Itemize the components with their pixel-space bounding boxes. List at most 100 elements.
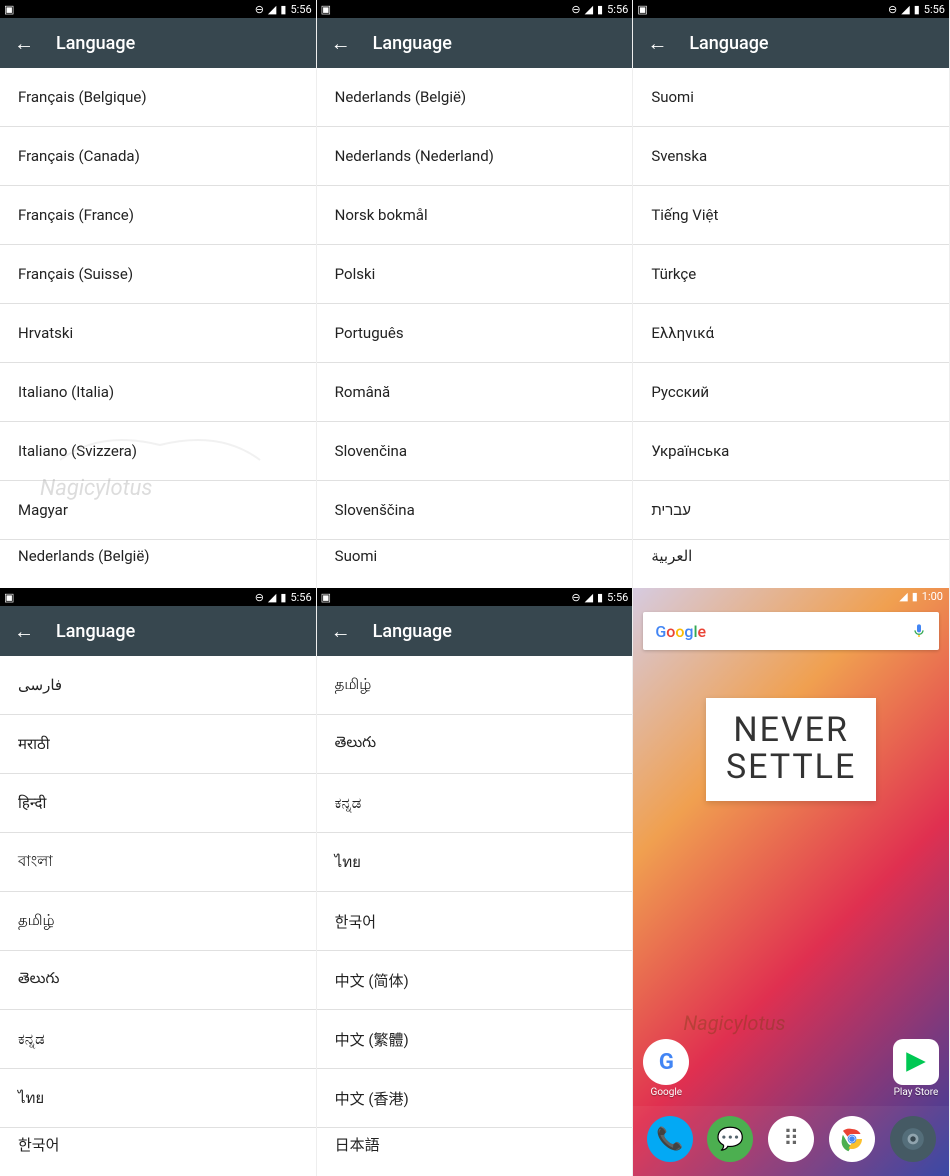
list-item[interactable]: ไทย xyxy=(317,833,633,892)
camera-icon[interactable] xyxy=(890,1116,936,1162)
statusbar: ▣ ⊖◢▮5:56 xyxy=(633,0,949,18)
list-item[interactable]: العربية xyxy=(633,540,949,572)
list-item[interactable]: Français (Belgique) xyxy=(0,68,316,127)
statusbar: ▣ ⊖ ◢ ▮ 5:56 xyxy=(0,0,316,18)
list-item[interactable]: Українська xyxy=(633,422,949,481)
clock: 5:56 xyxy=(607,3,628,16)
list-item[interactable]: فارسی xyxy=(0,656,316,715)
list-item[interactable]: বাংলা xyxy=(0,833,316,892)
list-item[interactable]: ಕನ್ನಡ xyxy=(0,1010,316,1069)
list-item[interactable]: తెలుగు xyxy=(0,951,316,1010)
statusbar: ◢ ▮ 1:00 xyxy=(633,588,949,604)
back-arrow-icon[interactable]: ← xyxy=(14,31,34,56)
page-title: Language xyxy=(373,621,452,642)
list-item[interactable]: தமிழ் xyxy=(317,656,633,715)
back-arrow-icon[interactable]: ← xyxy=(331,619,351,644)
list-item[interactable]: 中文 (香港) xyxy=(317,1069,633,1128)
list-item[interactable]: Hrvatski xyxy=(0,304,316,363)
appbar: ← Language xyxy=(633,18,949,68)
list-item[interactable]: Português xyxy=(317,304,633,363)
list-item[interactable]: 한국어 xyxy=(0,1128,316,1160)
list-item[interactable]: Polski xyxy=(317,245,633,304)
statusbar: ▣ ⊖◢▮5:56 xyxy=(317,588,633,606)
list-item[interactable]: Slovenčina xyxy=(317,422,633,481)
app-shortcut-row: G Google Play Store xyxy=(633,1031,949,1106)
back-arrow-icon[interactable]: ← xyxy=(647,31,667,56)
language-list[interactable]: Nederlands (België) Nederlands (Nederlan… xyxy=(317,68,633,588)
appbar: ← Language xyxy=(0,18,316,68)
language-panel-3: ▣ ⊖◢▮5:56 ← Language Suomi Svenska Tiếng… xyxy=(633,0,950,588)
list-item[interactable]: मराठी xyxy=(0,715,316,774)
clock: 5:56 xyxy=(607,591,628,604)
list-item[interactable]: עברית xyxy=(633,481,949,540)
dock: 📞 💬 ⠿ xyxy=(633,1106,949,1176)
list-item[interactable]: 日本語 xyxy=(317,1128,633,1160)
list-item[interactable]: Tiếng Việt xyxy=(633,186,949,245)
list-item[interactable]: 한국어 xyxy=(317,892,633,951)
list-item[interactable]: Magyar xyxy=(0,481,316,540)
list-item[interactable]: ಕನ್ನಡ xyxy=(317,774,633,833)
language-list[interactable]: Suomi Svenska Tiếng Việt Türkçe Ελληνικά… xyxy=(633,68,949,588)
appbar: ← Language xyxy=(317,606,633,656)
list-item[interactable]: Română xyxy=(317,363,633,422)
screenshot-icon: ▣ xyxy=(321,3,331,16)
list-item[interactable]: हिन्दी xyxy=(0,774,316,833)
appbar: ← Language xyxy=(317,18,633,68)
language-list[interactable]: தமிழ் తెలుగు ಕನ್ನಡ ไทย 한국어 中文 (简体) 中文 (繁… xyxy=(317,656,633,1176)
language-panel-4: ▣ ⊖◢▮5:56 ← Language فارسی मराठी हिन्दी … xyxy=(0,588,317,1176)
language-panel-2: ▣ ⊖◢▮5:56 ← Language Nederlands (België)… xyxy=(317,0,634,588)
wallpaper-banner: NEVER SETTLE xyxy=(706,698,876,801)
home-screen[interactable]: ◢ ▮ 1:00 Google NEVER SETTLE Nagicylotus… xyxy=(633,588,950,1176)
app-play-store[interactable]: Play Store xyxy=(893,1039,939,1098)
list-item[interactable]: தமிழ் xyxy=(0,892,316,951)
list-item[interactable]: Norsk bokmål xyxy=(317,186,633,245)
list-item[interactable]: Italiano (Italia) xyxy=(0,363,316,422)
page-title: Language xyxy=(373,33,452,54)
statusbar: ▣ ⊖◢▮5:56 xyxy=(0,588,316,606)
list-item[interactable]: Türkçe xyxy=(633,245,949,304)
dnd-icon: ⊖ xyxy=(255,3,264,16)
battery-icon: ▮ xyxy=(280,3,286,16)
google-icon: G xyxy=(643,1039,689,1085)
messages-icon[interactable]: 💬 xyxy=(707,1116,753,1162)
page-title: Language xyxy=(56,33,135,54)
list-item[interactable]: Svenska xyxy=(633,127,949,186)
clock: 5:56 xyxy=(290,3,311,16)
app-google[interactable]: G Google xyxy=(643,1039,689,1098)
list-item[interactable]: 中文 (繁體) xyxy=(317,1010,633,1069)
battery-icon: ▮ xyxy=(912,590,918,603)
screenshot-icon: ▣ xyxy=(321,591,331,604)
list-item[interactable]: Italiano (Svizzera) xyxy=(0,422,316,481)
list-item[interactable]: Nederlands (België) xyxy=(0,540,316,572)
list-item[interactable]: Ελληνικά xyxy=(633,304,949,363)
list-item[interactable]: Русский xyxy=(633,363,949,422)
list-item[interactable]: Nederlands (Nederland) xyxy=(317,127,633,186)
clock: 5:56 xyxy=(290,591,311,604)
back-arrow-icon[interactable]: ← xyxy=(14,619,34,644)
page-title: Language xyxy=(689,33,768,54)
back-arrow-icon[interactable]: ← xyxy=(331,31,351,56)
list-item[interactable]: Suomi xyxy=(633,68,949,127)
list-item[interactable]: Français (Suisse) xyxy=(0,245,316,304)
signal-icon: ◢ xyxy=(899,590,907,603)
play-store-icon xyxy=(893,1039,939,1085)
list-item[interactable]: Français (Canada) xyxy=(0,127,316,186)
list-item[interactable]: ไทย xyxy=(0,1069,316,1128)
watermark: Nagicylotus xyxy=(683,1011,785,1035)
list-item[interactable]: Nederlands (België) xyxy=(317,68,633,127)
app-drawer-icon[interactable]: ⠿ xyxy=(768,1116,814,1162)
language-list[interactable]: فارسی मराठी हिन्दी বাংলা தமிழ் తెలుగు ಕನ… xyxy=(0,656,316,1176)
phone-icon[interactable]: 📞 xyxy=(647,1116,693,1162)
screenshot-icon: ▣ xyxy=(4,3,14,16)
mic-icon[interactable] xyxy=(911,623,927,639)
appbar: ← Language xyxy=(0,606,316,656)
list-item[interactable]: Slovenščina xyxy=(317,481,633,540)
list-item[interactable]: Suomi xyxy=(317,540,633,572)
chrome-icon[interactable] xyxy=(829,1116,875,1162)
list-item[interactable]: 中文 (简体) xyxy=(317,951,633,1010)
language-list[interactable]: Français (Belgique) Français (Canada) Fr… xyxy=(0,68,316,588)
google-search-bar[interactable]: Google xyxy=(643,612,939,650)
list-item[interactable]: తెలుగు xyxy=(317,715,633,774)
list-item[interactable]: Français (France) xyxy=(0,186,316,245)
language-panel-5: ▣ ⊖◢▮5:56 ← Language தமிழ் తెలుగు ಕನ್ನಡ … xyxy=(317,588,634,1176)
